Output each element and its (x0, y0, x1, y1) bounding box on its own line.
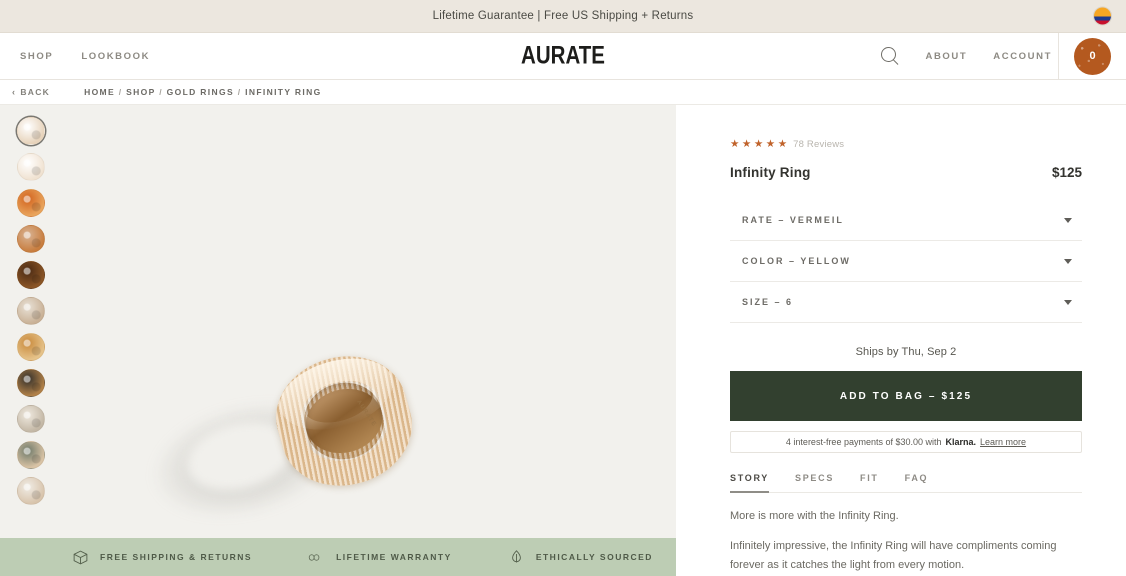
gallery-thumb-4[interactable] (17, 225, 45, 253)
add-to-bag-button[interactable]: ADD TO BAG – $125 (730, 371, 1082, 421)
story-paragraph-1: More is more with the Infinity Ring. (730, 510, 899, 522)
product-gallery: AURATE FREE SHIPPING & RETURNS LIFETIME … (0, 105, 676, 576)
nav-link-lookbook[interactable]: LOOKBOOK (81, 51, 150, 62)
promo-label-shipping: FREE SHIPPING & RETURNS (100, 552, 253, 562)
tab-fit[interactable]: FIT (860, 473, 879, 493)
story-paragraph-2: Infinitely impressive, the Infinity Ring… (730, 540, 1057, 571)
gallery-thumb-5[interactable] (17, 261, 45, 289)
breadcrumb-separator: / (159, 87, 163, 97)
detail-tabs: STORY SPECS FIT FAQ (730, 473, 1082, 493)
box-icon (73, 550, 88, 564)
klarna-brand: Klarna. (945, 437, 977, 447)
chevron-down-icon (1064, 258, 1072, 264)
announcement-text: Lifetime Guarantee | Free US Shipping + … (432, 10, 694, 22)
title-row: Infinity Ring $125 (730, 165, 1082, 180)
shipping-estimate: Ships by Thu, Sep 2 (855, 346, 957, 358)
chevron-down-icon (1064, 299, 1072, 305)
star-icon: ★ (730, 138, 740, 151)
chevron-left-icon: ‹ (12, 87, 17, 97)
gallery-thumb-3[interactable] (17, 189, 45, 217)
nav-link-about[interactable]: ABOUT (926, 51, 968, 62)
breadcrumb: HOME / SHOP / GOLD RINGS / INFINITY RING (84, 87, 322, 97)
klarna-financing: 4 interest-free payments of $30.00 with … (730, 431, 1082, 453)
story-panel: More is more with the Infinity Ring. Inf… (730, 507, 1082, 575)
gallery-thumb-1[interactable] (17, 117, 45, 145)
promo-label-sourcing: ETHICALLY SOURCED (535, 552, 653, 562)
hero-image[interactable]: AURATE (0, 105, 676, 576)
back-button[interactable]: ‹ BACK (12, 87, 50, 97)
klarna-learn-more-link[interactable]: Learn more (980, 437, 1026, 447)
gallery-thumb-9[interactable] (17, 405, 45, 433)
tab-story[interactable]: STORY (730, 473, 770, 493)
reviews-count[interactable]: 78 Reviews (793, 139, 844, 150)
tab-specs[interactable]: SPECS (795, 473, 834, 493)
promo-label-warranty: LIFETIME WARRANTY (336, 552, 452, 562)
option-list: RATE – VERMEIL COLOR – YELLOW SIZE – 6 (730, 200, 1082, 323)
gallery-thumb-6[interactable] (17, 297, 45, 325)
gallery-thumb-7[interactable] (17, 333, 45, 361)
option-size-label: SIZE – 6 (742, 297, 794, 307)
option-color[interactable]: COLOR – YELLOW (730, 241, 1082, 282)
gallery-thumb-8[interactable] (17, 369, 45, 397)
infinity-icon (308, 553, 320, 561)
breadcrumb-item-gold-rings[interactable]: GOLD RINGS (167, 87, 234, 97)
site-header: SHOP LOOKBOOK AURATE ABOUT ACCOUNT 0 (0, 33, 1126, 80)
star-rating: ★ ★ ★ ★ ★ (730, 139, 787, 150)
announcement-bar: Lifetime Guarantee | Free US Shipping + … (0, 0, 1126, 33)
nav-link-account[interactable]: ACCOUNT (993, 51, 1052, 62)
star-icon: ★ (777, 138, 788, 151)
product-page: Lifetime Guarantee | Free US Shipping + … (0, 0, 1126, 576)
gallery-thumb-10[interactable] (17, 441, 45, 469)
product-price: $125 (1051, 165, 1082, 180)
page-content: AURATE FREE SHIPPING & RETURNS LIFETIME … (0, 105, 1126, 576)
breadcrumb-bar: ‹ BACK HOME / SHOP / GOLD RINGS / INFINI… (0, 80, 1126, 105)
breadcrumb-separator: / (237, 87, 242, 97)
primary-nav: SHOP LOOKBOOK (0, 51, 150, 62)
gallery-thumb-2[interactable] (17, 153, 45, 181)
star-icon: ★ (765, 138, 776, 151)
klarna-text: 4 interest-free payments of $30.00 with (785, 437, 942, 447)
cart-count-badge: 0 (1074, 37, 1111, 75)
rating-row[interactable]: ★ ★ ★ ★ ★ 78 Reviews (730, 139, 1082, 150)
leaf-icon (511, 549, 521, 562)
option-color-label: COLOR – YELLOW (742, 256, 851, 266)
back-label: BACK (20, 87, 51, 97)
tab-faq[interactable]: FAQ (905, 473, 929, 493)
star-icon: ★ (741, 138, 752, 151)
breadcrumb-separator: / (118, 87, 123, 97)
star-icon: ★ (753, 138, 764, 151)
breadcrumb-item-home[interactable]: HOME (84, 87, 115, 97)
breadcrumb-item-shop[interactable]: SHOP (126, 87, 155, 97)
promo-item-sourcing: ETHICALLY SOURCED (508, 548, 653, 567)
promo-bar: FREE SHIPPING & RETURNS LIFETIME WARRANT… (0, 538, 676, 576)
gallery-thumb-11[interactable] (17, 477, 45, 505)
search-icon[interactable] (880, 46, 900, 66)
breadcrumb-item-current: INFINITY RING (245, 87, 322, 97)
flag-circle-icon[interactable] (1093, 6, 1112, 26)
promo-item-shipping: FREE SHIPPING & RETURNS (72, 548, 252, 567)
cart-button[interactable]: 0 (1058, 33, 1126, 79)
brand-logo[interactable]: AURATE (521, 42, 605, 71)
chevron-down-icon (1064, 217, 1072, 223)
product-details: ★ ★ ★ ★ ★ 78 Reviews Infinity Ring $125 RATE… (676, 105, 1126, 576)
page-title: Infinity Ring (730, 165, 811, 180)
thumbnail-rail (0, 105, 62, 576)
promo-item-warranty: LIFETIME WARRANTY (308, 548, 452, 567)
option-rate[interactable]: RATE – VERMEIL (730, 200, 1082, 241)
option-rate-label: RATE – VERMEIL (742, 215, 844, 225)
option-size[interactable]: SIZE – 6 (730, 282, 1082, 323)
nav-link-shop[interactable]: SHOP (20, 51, 53, 62)
